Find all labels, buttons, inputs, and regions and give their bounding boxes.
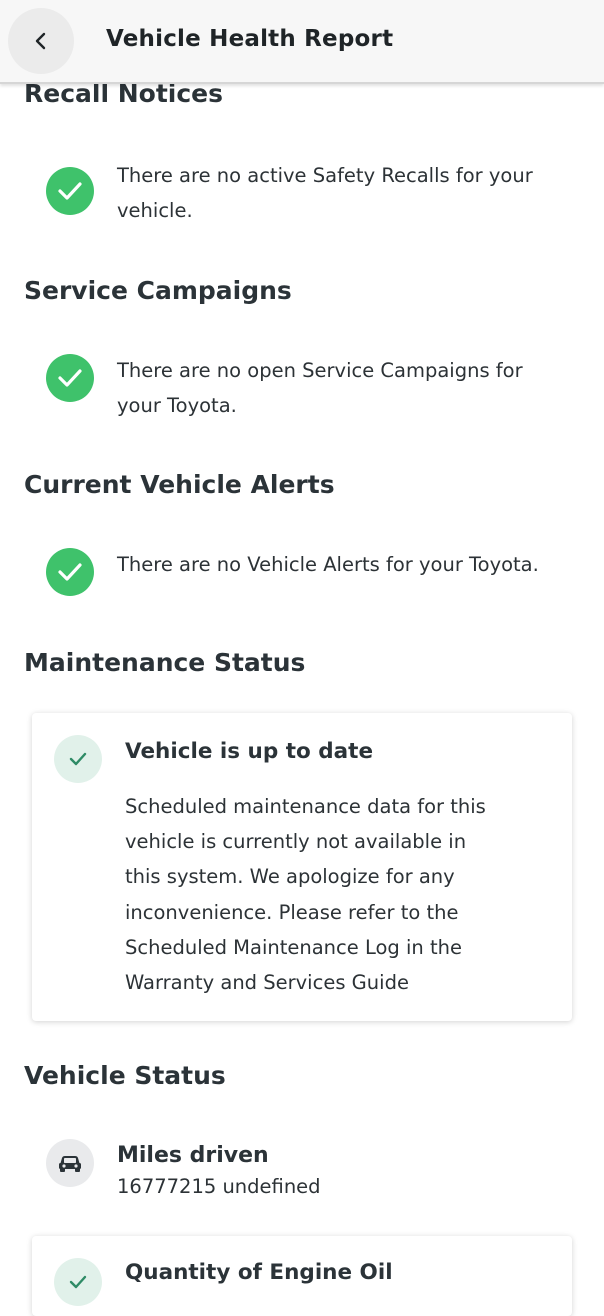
car-icon — [46, 1139, 94, 1187]
maintenance-card-title: Vehicle is up to date — [125, 739, 374, 764]
check-circle-icon — [46, 548, 94, 596]
top-app-bar: Vehicle Health Report — [0, 0, 604, 84]
section-title-vehicle-status: Vehicle Status — [24, 1061, 226, 1090]
engine-oil-card-title: Quantity of Engine Oil — [125, 1260, 393, 1285]
service-campaigns-message: There are no open Service Campaigns for … — [117, 359, 523, 417]
recall-message: There are no active Safety Recalls for y… — [117, 164, 533, 222]
back-button[interactable] — [8, 8, 74, 74]
section-title-maintenance: Maintenance Status — [24, 648, 306, 677]
section-title-service-campaigns: Service Campaigns — [24, 276, 292, 305]
chevron-left-icon — [35, 32, 46, 50]
check-icon — [54, 1258, 102, 1306]
maintenance-card: Vehicle is up to date Scheduled maintena… — [32, 713, 572, 1021]
maintenance-card-description: Scheduled maintenance data for this vehi… — [125, 795, 486, 995]
check-circle-icon — [46, 167, 94, 215]
section-title-alerts: Current Vehicle Alerts — [24, 470, 335, 499]
miles-driven-value: 16777215 undefined — [117, 1175, 321, 1198]
check-icon — [54, 735, 102, 783]
check-circle-icon — [46, 354, 94, 402]
miles-driven-label: Miles driven — [117, 1143, 269, 1168]
alerts-message: There are no Vehicle Alerts for your Toy… — [117, 553, 539, 576]
engine-oil-card: Quantity of Engine Oil — [32, 1236, 572, 1316]
page-title: Vehicle Health Report — [106, 26, 394, 52]
